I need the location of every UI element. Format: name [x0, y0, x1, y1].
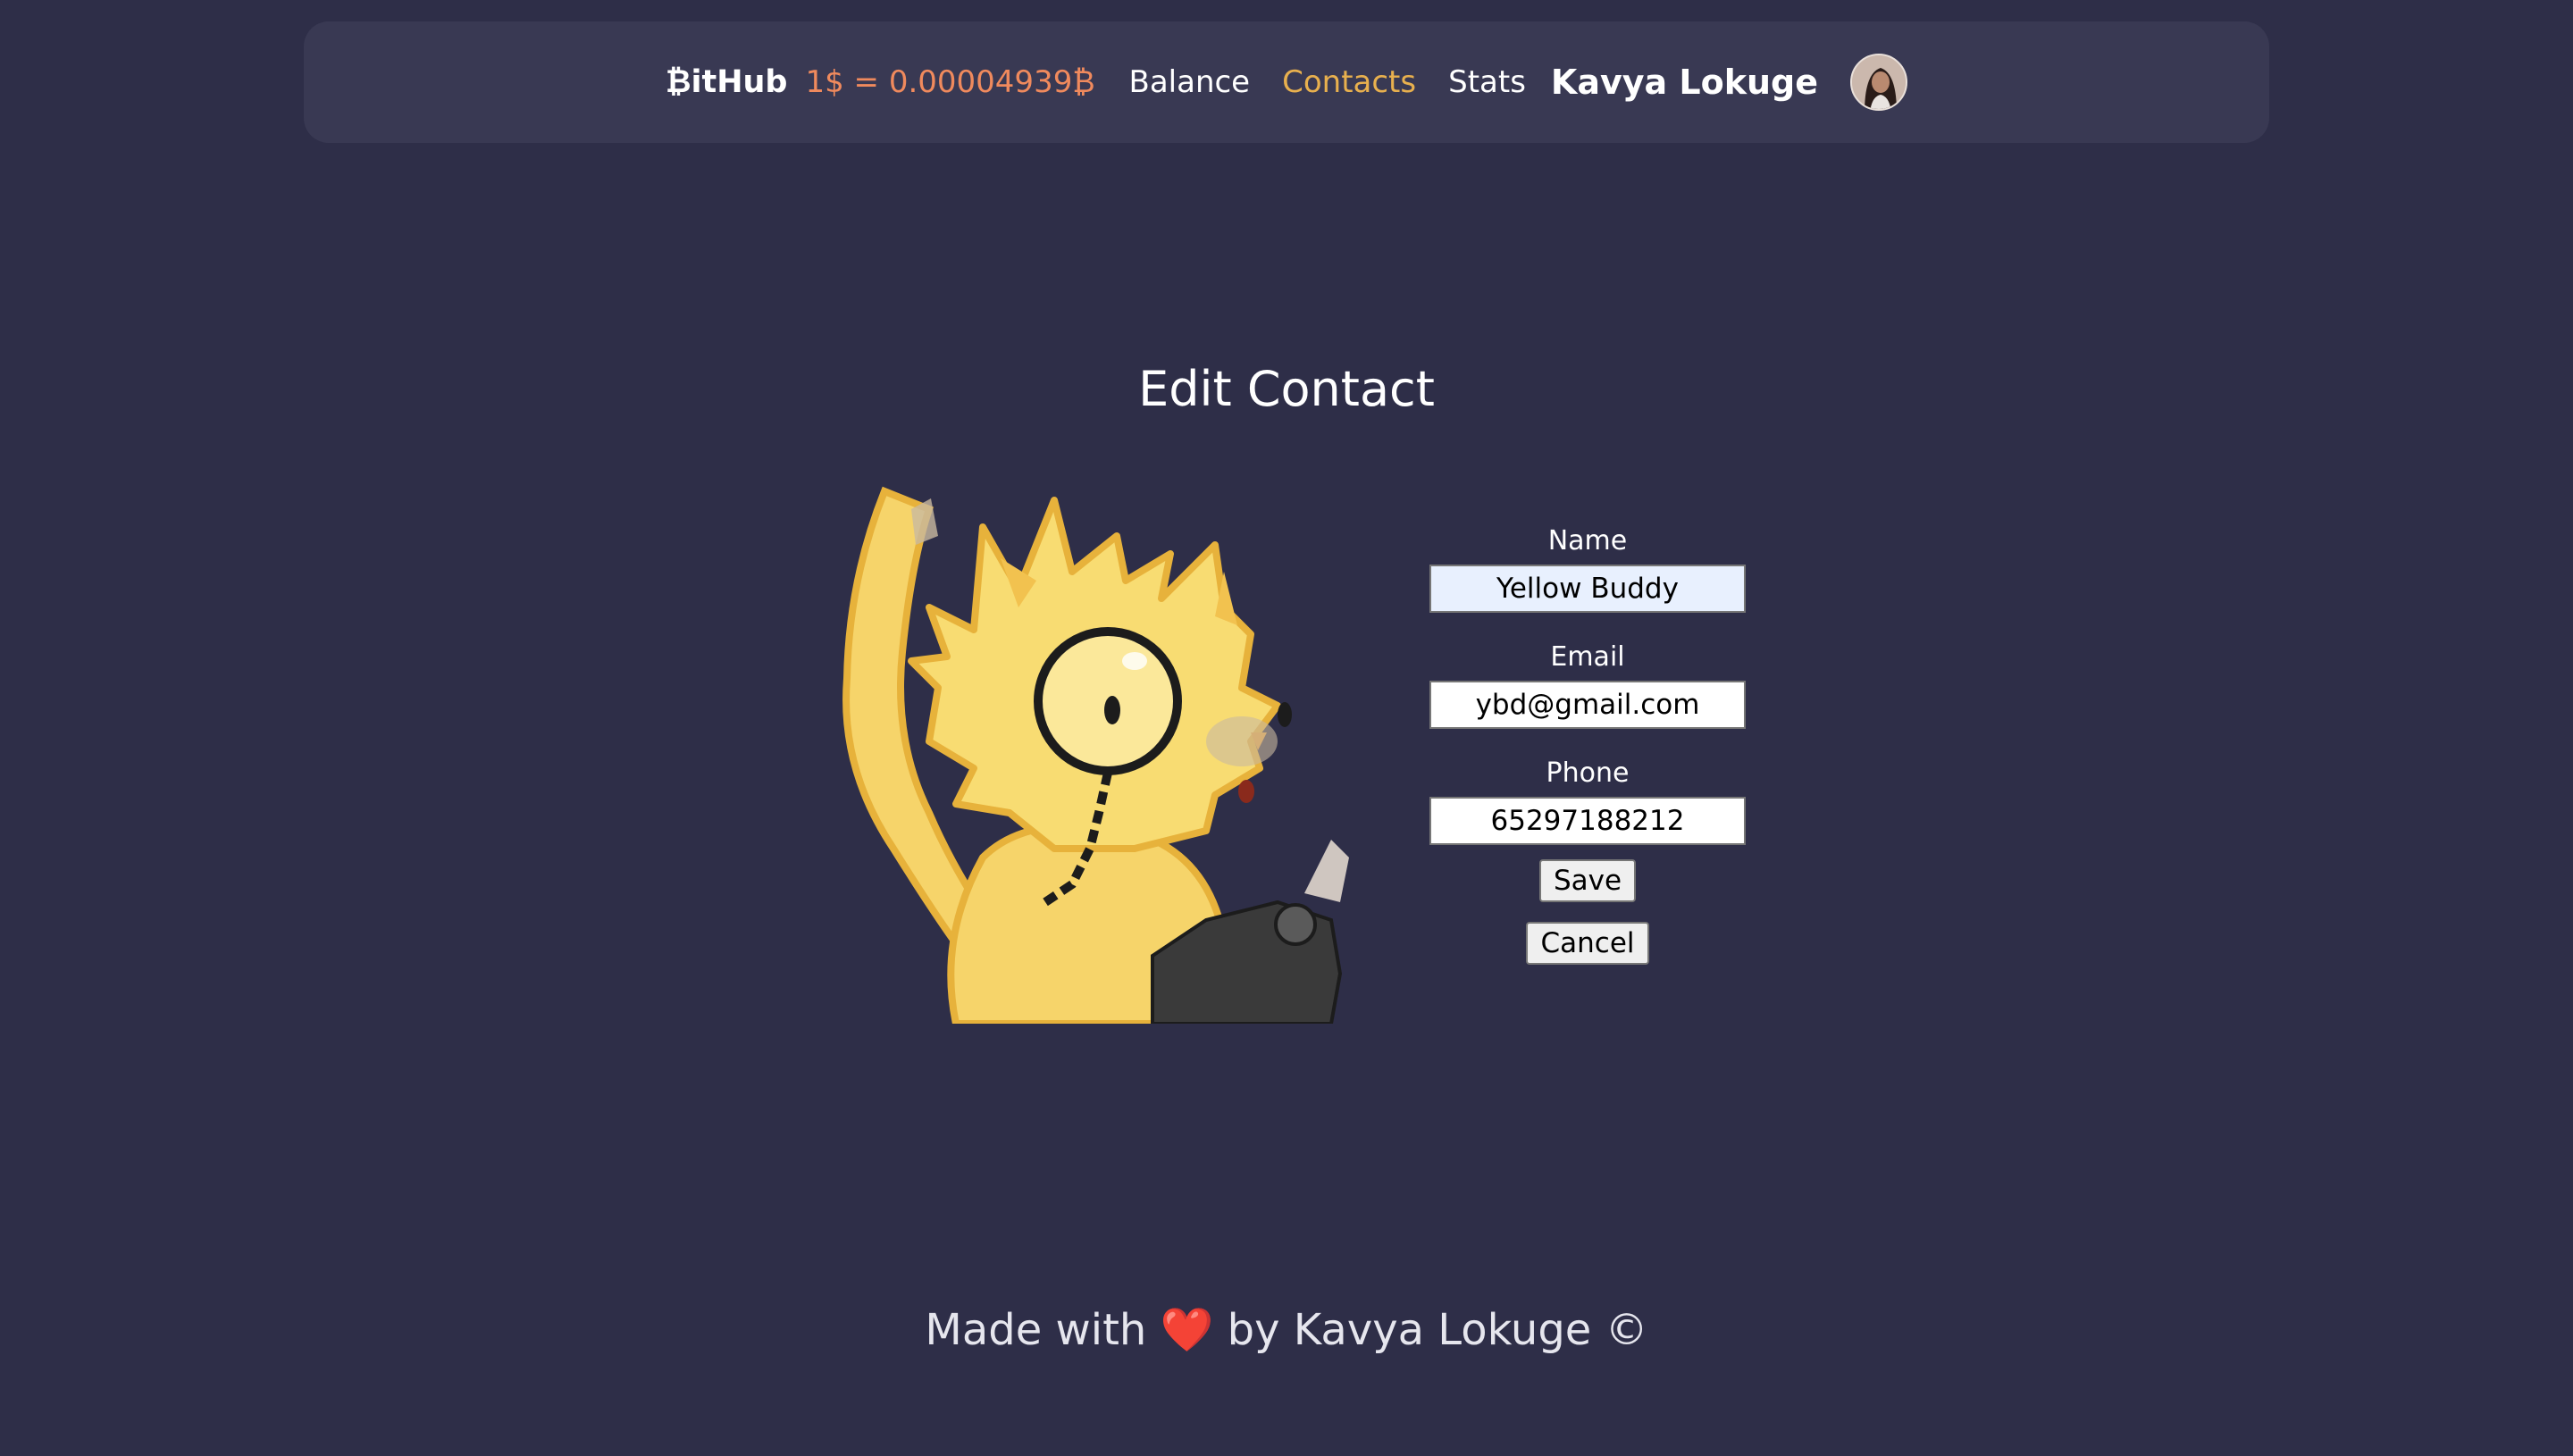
page-title: Edit Contact [1138, 361, 1435, 417]
heart-icon: ❤️ [1160, 1305, 1214, 1355]
cancel-button[interactable]: Cancel [1526, 922, 1649, 965]
phone-label: Phone [1546, 757, 1630, 789]
save-button[interactable]: Save [1538, 859, 1637, 902]
top-navbar: ₿itHub 1$ = 0.00004939₿ Balance Contacts… [304, 21, 2269, 143]
name-field[interactable] [1429, 565, 1746, 613]
nav-link-balance[interactable]: Balance [1129, 64, 1251, 100]
nav-link-contacts[interactable]: Contacts [1282, 64, 1416, 100]
user-name: Kavya Lokuge [1550, 63, 1819, 102]
user-avatar-icon [1852, 55, 1907, 109]
nav-link-stats[interactable]: Stats [1448, 64, 1526, 100]
main-nav: ₿itHub 1$ = 0.00004939₿ Balance Contacts… [666, 54, 1908, 111]
footer: Made with ❤️ by Kavya Lokuge © [0, 1304, 2573, 1355]
yellow-cat-with-monocle-illustration [842, 486, 1349, 1027]
exchange-rate: 1$ = 0.00004939₿ [805, 64, 1095, 100]
name-label: Name [1547, 525, 1628, 556]
brand-logo[interactable]: ₿itHub [666, 64, 788, 100]
edit-contact-form: Name Email Phone Save Cancel [1429, 518, 1746, 984]
avatar[interactable] [1850, 54, 1908, 111]
email-label: Email [1550, 641, 1625, 673]
email-field[interactable] [1429, 681, 1746, 729]
footer-text-before: Made with [925, 1305, 1147, 1355]
contact-illustration [831, 473, 1367, 1027]
footer-text-after: by Kavya Lokuge © [1227, 1305, 1648, 1355]
phone-field[interactable] [1429, 797, 1746, 845]
